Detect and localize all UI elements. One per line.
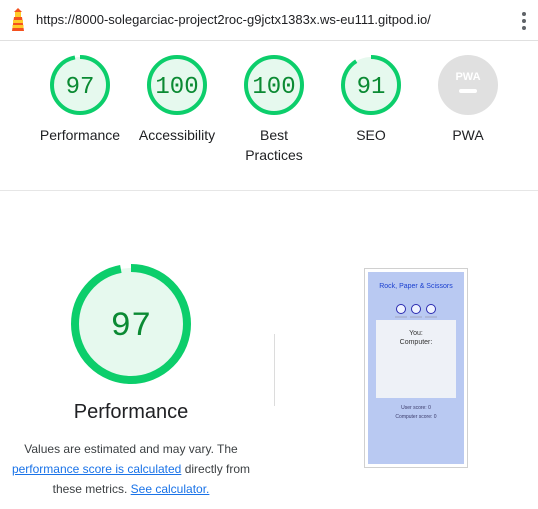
user-score: User score: 0 [401,405,431,411]
gauge-label-line2: Practices [245,147,303,163]
thumbnail-title: Rock, Paper & Scissors [379,283,453,290]
url-bar[interactable]: https://8000-solegarciac-project2roc-g9j… [36,12,431,27]
choice-buttons [395,304,438,318]
performance-note: Values are estimated and may vary. The p… [0,439,262,499]
seo-gauge-ring: 91 [341,55,401,115]
rock-choice-icon [396,304,406,314]
pwa-badge-icon: PWA [438,55,498,115]
gauge-label: Best Practices [224,125,324,165]
category-gauges: 97 Performance 100 Accessibility 100 Bes… [0,40,538,191]
gauge-label-line1: Best [259,127,288,143]
note-text: these metrics. [52,482,128,496]
page-screenshot-thumbnail[interactable]: Rock, Paper & Scissors You: Computer: Us… [364,268,468,468]
gauge-label: SEO [356,127,386,143]
accessibility-gauge-ring: 100 [147,55,207,115]
section-divider [274,334,275,406]
gauge-score: 100 [155,74,198,101]
note-text: Values are estimated and may vary. The [24,442,238,456]
scissors-choice-icon [426,304,436,314]
gauge-performance[interactable]: 97 Performance [30,54,130,145]
computer-score: Computer score: 0 [395,414,437,420]
gauge-accessibility[interactable]: 100 Accessibility [127,54,227,145]
performance-title: Performance [73,401,189,423]
score-calculation-link[interactable]: performance score is calculated [12,462,181,476]
best-practices-gauge-ring: 100 [244,55,304,115]
gauge-pwa[interactable]: PWA PWA [418,54,518,145]
kebab-menu-icon[interactable] [521,12,527,30]
gauge-score: 91 [357,74,386,101]
paper-choice-icon [411,304,421,314]
choice-label [425,316,437,318]
lighthouse-icon [12,8,24,31]
computer-label: Computer: [399,339,433,346]
performance-gauge-ring: 97 [50,55,110,115]
gauge-seo[interactable]: 91 SEO [321,54,421,145]
performance-score: 97 [111,308,152,346]
performance-score-gauge: 97 [71,264,191,384]
result-panel: You: Computer: [376,320,456,398]
you-label: You: [409,330,423,337]
calculator-link[interactable]: See calculator. [131,482,210,496]
note-text: directly from [184,462,251,476]
gauge-best-practices[interactable]: 100 Best Practices [224,54,324,165]
gauge-label: Accessibility [138,127,216,143]
gauge-label: Performance [39,127,121,143]
thumbnail-screen: Rock, Paper & Scissors You: Computer: Us… [368,272,464,464]
pwa-badge-text: PWA [455,71,480,83]
choice-label [410,316,422,318]
choice-label [395,316,407,318]
gauge-score: 100 [252,74,295,101]
gauge-label: PWA [452,127,484,143]
gauge-score: 97 [66,74,95,101]
browser-toolbar: https://8000-solegarciac-project2roc-g9j… [0,0,538,41]
